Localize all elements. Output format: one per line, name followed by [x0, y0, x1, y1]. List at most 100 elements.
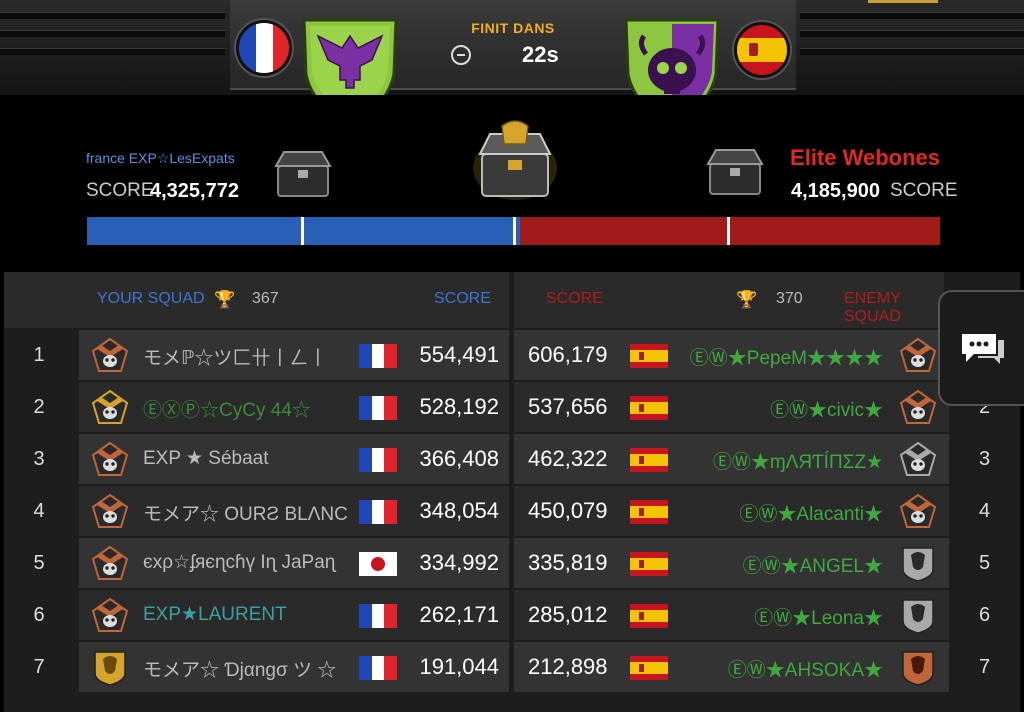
spain-flag-icon — [734, 22, 790, 78]
right-team-score: 4,185,900 — [791, 180, 880, 202]
table-row[interactable]: 2 ⒺⓍⓅ☆CyCy 44☆ 528,192 537,656 ⒺⓌ★civic★ 2 — [4, 382, 1020, 432]
spain-flag-icon — [630, 552, 668, 576]
left-chest-icon[interactable] — [272, 148, 334, 200]
enemy-player-name: ⒺⓌ★civic★ — [770, 400, 883, 421]
spain-flag-icon — [630, 500, 668, 524]
left-rank: 1 — [4, 330, 74, 380]
table-row[interactable]: 4 モメア☆ OURƧ BLΛNC 348,054 450,079 ⒺⓌ★Alacant… — [4, 486, 1020, 536]
player-score: 366,408 — [419, 446, 499, 471]
player-score: 191,044 — [419, 654, 499, 679]
silver-lion-badge-icon — [899, 597, 937, 635]
your-squad-header: YOUR SQUAD — [97, 290, 205, 307]
enemy-player-score: 285,012 — [528, 602, 608, 627]
your-squad-player[interactable]: モメℙ☆ツ匚卄丨ㄥ丨 554,491 — [79, 330, 509, 380]
enemy-squad-player[interactable]: 537,656 ⒺⓌ★civic★ — [514, 382, 949, 432]
left-score-label: SCORE — [86, 180, 154, 201]
enemy-player-name: ⒺⓌ★ANGEL★ — [742, 556, 883, 577]
player-name: ⒺⓍⓅ☆CyCy 44☆ — [143, 400, 311, 421]
japan-flag-icon — [359, 552, 397, 576]
table-row[interactable]: 1 モメℙ☆ツ匚卄丨ㄥ丨 554,491 606,179 ⒺⓌ★PepeM★★★★ — [4, 330, 1020, 380]
bronze-skull-badge-icon — [91, 493, 129, 531]
player-name: EXP ★ Sébaat — [143, 448, 269, 469]
squad-leaderboard: YOUR SQUAD 🏆 367 SCORE SCORE 🏆 370 ENEMY… — [4, 272, 1020, 712]
left-rank: 7 — [4, 642, 74, 692]
right-rank: 6 — [949, 590, 1020, 640]
left-trophy-count: 367 — [252, 290, 279, 307]
top-accent — [868, 0, 938, 3]
enemy-squad-player[interactable]: 285,012 ⒺⓌ★Leona★ — [514, 590, 949, 640]
spain-flag-icon — [630, 396, 668, 420]
reward-chest-icon[interactable] — [472, 118, 558, 202]
header-stripe — [0, 12, 225, 19]
progress-milestone — [301, 217, 304, 245]
your-squad-player[interactable]: єxρ☆ʄяєɳcɦү Iɳ JaPaɳ 334,992 — [79, 538, 509, 588]
right-trophy-count: 370 — [776, 290, 803, 307]
enemy-player-name: ⒺⓌ★Leona★ — [754, 608, 883, 629]
enemy-squad-player[interactable]: 335,819 ⒺⓌ★ANGEL★ — [514, 538, 949, 588]
score-progress-bar — [87, 217, 940, 245]
header-stripe — [800, 12, 1024, 19]
spain-flag-icon — [630, 344, 668, 368]
table-row[interactable]: 6 EXP★LAURENT 262,171 285,012 ⒺⓌ★Leona★ 6 — [4, 590, 1020, 640]
gold-skull-badge-icon — [91, 389, 129, 427]
france-flag-icon — [236, 20, 292, 76]
table-row[interactable]: 7 モメア☆ Ɗjαngσ ツ ☆ 191,044 212,898 ⒺⓌ★AHSOKA★… — [4, 642, 1020, 692]
enemy-player-name: ⒺⓌ★AHSOKA★ — [727, 660, 883, 681]
bronze-lion-badge-icon — [899, 649, 937, 687]
your-squad-player[interactable]: モメア☆ Ɗjαngσ ツ ☆ 191,044 — [79, 642, 509, 692]
enemy-player-score: 537,656 — [528, 394, 608, 419]
bronze-skull-badge-icon — [91, 337, 129, 375]
enemy-squad-player[interactable]: 462,322 ⒺⓌ★ɱΛЯƬÍПΣZ★ — [514, 434, 949, 484]
right-rank: 5 — [949, 538, 1020, 588]
enemy-squad-player[interactable]: 606,179 ⒺⓌ★PepeM★★★★ — [514, 330, 949, 380]
left-table-header: YOUR SQUAD 🏆 367 SCORE — [4, 272, 509, 328]
chat-button[interactable] — [938, 290, 1024, 406]
bronze-skull-badge-icon — [899, 389, 937, 427]
silver-skull-badge-icon — [899, 441, 937, 479]
timer-icon — [451, 45, 471, 65]
spain-flag-icon — [630, 656, 668, 680]
header-stripe — [0, 30, 225, 37]
left-team-score: 4,325,772 — [150, 180, 239, 202]
player-name: モメア☆ Ɗjαngσ ツ ☆ — [143, 660, 337, 681]
enemy-player-score: 606,179 — [528, 342, 608, 367]
player-name: EXP★LAURENT — [143, 604, 287, 625]
player-score: 528,192 — [419, 394, 499, 419]
france-flag-icon — [359, 344, 397, 368]
your-squad-player[interactable]: ⒺⓍⓅ☆CyCy 44☆ 528,192 — [79, 382, 509, 432]
player-name: єxρ☆ʄяєɳcɦү Iɳ JaPaɳ — [143, 552, 336, 573]
table-row[interactable]: 3 EXP ★ Sébaat 366,408 462,322 ⒺⓌ★ɱΛЯƬÍПΣZ★ 3 — [4, 434, 1020, 484]
right-team-name[interactable]: Elite Webones — [790, 145, 940, 171]
enemy-squad-player[interactable]: 212,898 ⒺⓌ★AHSOKA★ — [514, 642, 949, 692]
right-rank: 7 — [949, 642, 1020, 692]
chat-bubbles-icon — [962, 334, 1004, 364]
left-rank: 2 — [4, 382, 74, 432]
enemy-squad-player[interactable]: 450,079 ⒺⓌ★Alacanti★ — [514, 486, 949, 536]
silver-lion-badge-icon — [899, 545, 937, 583]
left-rank: 4 — [4, 486, 74, 536]
left-team-name[interactable]: france EXP☆LesExpats — [86, 150, 235, 167]
enemy-player-score: 450,079 — [528, 498, 608, 523]
your-squad-player[interactable]: EXP★LAURENT 262,171 — [79, 590, 509, 640]
left-score-header: SCORE — [434, 290, 491, 307]
right-rank: 3 — [949, 434, 1020, 484]
left-rank: 6 — [4, 590, 74, 640]
bronze-skull-badge-icon — [899, 337, 937, 375]
right-table-header: SCORE 🏆 370 ENEMY SQUAD — [514, 272, 944, 328]
player-score: 348,054 — [419, 498, 499, 523]
table-row[interactable]: 5 єxρ☆ʄяєɳcɦү Iɳ JaPaɳ 334,992 335,819 ⒺⓌ★AN… — [4, 538, 1020, 588]
enemy-player-name: ⒺⓌ★ɱΛЯƬÍПΣZ★ — [712, 452, 883, 473]
gold-lion-badge-icon — [91, 649, 129, 687]
player-score: 554,491 — [419, 342, 499, 367]
your-squad-player[interactable]: モメア☆ OURƧ BLΛNC 348,054 — [79, 486, 509, 536]
right-chest-icon[interactable] — [704, 146, 766, 198]
left-rank: 5 — [4, 538, 74, 588]
your-squad-player[interactable]: EXP ★ Sébaat 366,408 — [79, 434, 509, 484]
header-stripe — [800, 48, 1024, 55]
player-score: 262,171 — [419, 602, 499, 627]
progress-marker — [513, 217, 516, 245]
enemy-squad-header: ENEMY SQUAD — [844, 290, 901, 325]
enemy-player-name: ⒺⓌ★Alacanti★ — [739, 504, 883, 525]
france-flag-icon — [359, 448, 397, 472]
france-flag-icon — [359, 604, 397, 628]
